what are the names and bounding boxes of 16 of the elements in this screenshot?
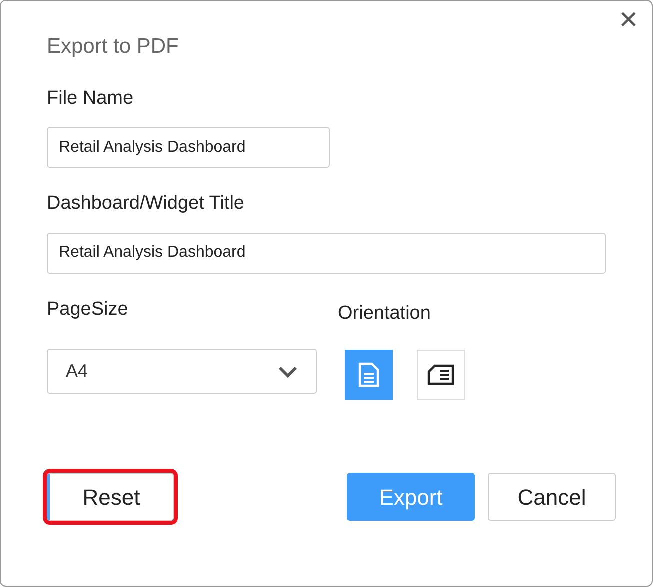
cancel-button[interactable]: Cancel <box>488 473 616 521</box>
close-button[interactable]: × <box>619 3 638 35</box>
field-label: File Name <box>47 86 135 110</box>
chevron-icon <box>278 366 298 378</box>
file-name-field[interactable]: Retail Analysis Dashboard <box>47 127 330 168</box>
dropdown-value: A4 <box>66 360 88 383</box>
field-label: Orientation <box>338 302 432 326</box>
document-icon <box>427 364 455 386</box>
landscape-button[interactable] <box>417 350 465 400</box>
dialog-title: Export to PDF <box>47 34 180 60</box>
page-size-dropdown[interactable]: A4 <box>47 349 317 394</box>
field-label: PageSize <box>47 298 130 322</box>
field-label: Dashboard/Widget Title <box>47 192 246 216</box>
portrait-button[interactable] <box>345 350 393 400</box>
title-field[interactable]: Retail Analysis Dashboard <box>47 232 606 274</box>
document-icon <box>358 362 380 388</box>
